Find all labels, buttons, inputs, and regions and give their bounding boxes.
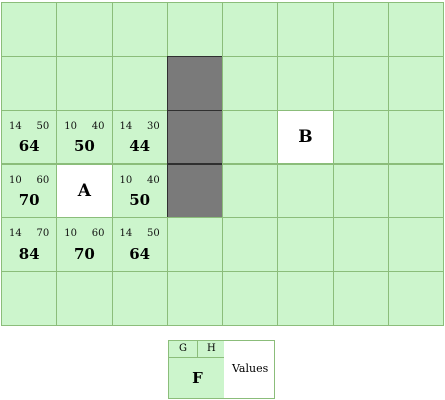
f-cost: 64 bbox=[18, 137, 40, 156]
open-cell bbox=[222, 2, 279, 57]
endpoint-label: B bbox=[298, 127, 313, 148]
open-cell bbox=[222, 163, 279, 219]
open-cell bbox=[56, 55, 113, 111]
scored-cell: 10 40 50 bbox=[111, 163, 168, 219]
open-cell bbox=[277, 271, 334, 326]
scored-cell: 14 30 44 bbox=[111, 109, 168, 165]
open-cell bbox=[222, 271, 279, 326]
scored-cell: 14 50 64 bbox=[111, 217, 168, 273]
h-cost: 50 bbox=[147, 228, 160, 240]
scored-cell: 10 60 70 bbox=[1, 163, 58, 219]
open-cell bbox=[111, 271, 168, 326]
open-cell bbox=[166, 271, 223, 326]
open-cell bbox=[387, 163, 444, 219]
open-cell bbox=[387, 109, 444, 165]
pathfinding-grid: 14 50 64 10 40 50 14 30 44 B 10 60 70 A 10 40 50 14 70 84 10… bbox=[1, 2, 444, 326]
legend-divider bbox=[197, 341, 198, 357]
legend-f-label: F bbox=[192, 369, 203, 387]
g-cost: 14 bbox=[9, 228, 22, 240]
legend: G H F Values bbox=[168, 340, 275, 399]
scored-cell: 14 50 64 bbox=[1, 109, 58, 165]
legend-h-label: H bbox=[207, 343, 216, 354]
legend-sample-cell: G H F bbox=[168, 340, 225, 399]
legend-values-label: Values bbox=[232, 362, 269, 375]
h-cost: 50 bbox=[36, 120, 50, 132]
open-cell bbox=[387, 2, 444, 57]
h-cost: 40 bbox=[147, 174, 160, 186]
g-cost: 10 bbox=[9, 174, 22, 186]
open-cell bbox=[222, 55, 279, 111]
legend-g-label: G bbox=[179, 343, 187, 354]
f-cost: 84 bbox=[18, 245, 40, 264]
g-cost: 10 bbox=[119, 174, 133, 186]
h-cost: 60 bbox=[91, 228, 105, 240]
h-cost: 70 bbox=[36, 228, 50, 240]
endpoint-cell: A bbox=[56, 163, 113, 219]
h-cost: 30 bbox=[147, 120, 160, 132]
open-cell bbox=[332, 109, 389, 165]
wall-cell bbox=[166, 55, 223, 111]
open-cell bbox=[222, 217, 279, 273]
open-cell bbox=[277, 163, 334, 219]
f-cost: 64 bbox=[129, 245, 151, 264]
legend-divider bbox=[169, 357, 225, 358]
f-cost: 70 bbox=[18, 191, 40, 210]
open-cell bbox=[222, 109, 279, 165]
open-cell bbox=[277, 2, 334, 57]
g-cost: 14 bbox=[9, 120, 22, 132]
open-cell bbox=[277, 55, 334, 111]
g-cost: 14 bbox=[119, 120, 133, 132]
open-cell bbox=[332, 271, 389, 326]
open-cell bbox=[332, 55, 389, 111]
scored-cell: 10 60 70 bbox=[56, 217, 113, 273]
endpoint-label: A bbox=[77, 180, 91, 201]
open-cell bbox=[111, 55, 168, 111]
g-cost: 14 bbox=[119, 228, 133, 240]
g-cost: 10 bbox=[64, 228, 77, 240]
open-cell bbox=[1, 271, 58, 326]
f-cost: 44 bbox=[129, 137, 151, 156]
open-cell bbox=[111, 2, 168, 57]
open-cell bbox=[166, 2, 223, 57]
open-cell bbox=[56, 2, 113, 57]
endpoint-cell: B bbox=[277, 109, 334, 165]
scored-cell: 14 70 84 bbox=[1, 217, 58, 273]
open-cell bbox=[387, 271, 444, 326]
open-cell bbox=[56, 271, 113, 326]
h-cost: 40 bbox=[91, 120, 105, 132]
open-cell bbox=[332, 163, 389, 219]
open-cell bbox=[166, 217, 223, 273]
open-cell bbox=[277, 217, 334, 273]
open-cell bbox=[1, 2, 58, 57]
f-cost: 50 bbox=[73, 137, 95, 156]
open-cell bbox=[1, 55, 58, 111]
open-cell bbox=[332, 217, 389, 273]
wall-cell bbox=[166, 109, 223, 165]
open-cell bbox=[332, 2, 389, 57]
open-cell bbox=[387, 217, 444, 273]
scored-cell: 10 40 50 bbox=[56, 109, 113, 165]
f-cost: 50 bbox=[129, 191, 151, 210]
f-cost: 70 bbox=[73, 245, 95, 264]
wall-cell bbox=[166, 163, 223, 219]
h-cost: 60 bbox=[36, 174, 50, 186]
open-cell bbox=[387, 55, 444, 111]
g-cost: 10 bbox=[64, 120, 77, 132]
